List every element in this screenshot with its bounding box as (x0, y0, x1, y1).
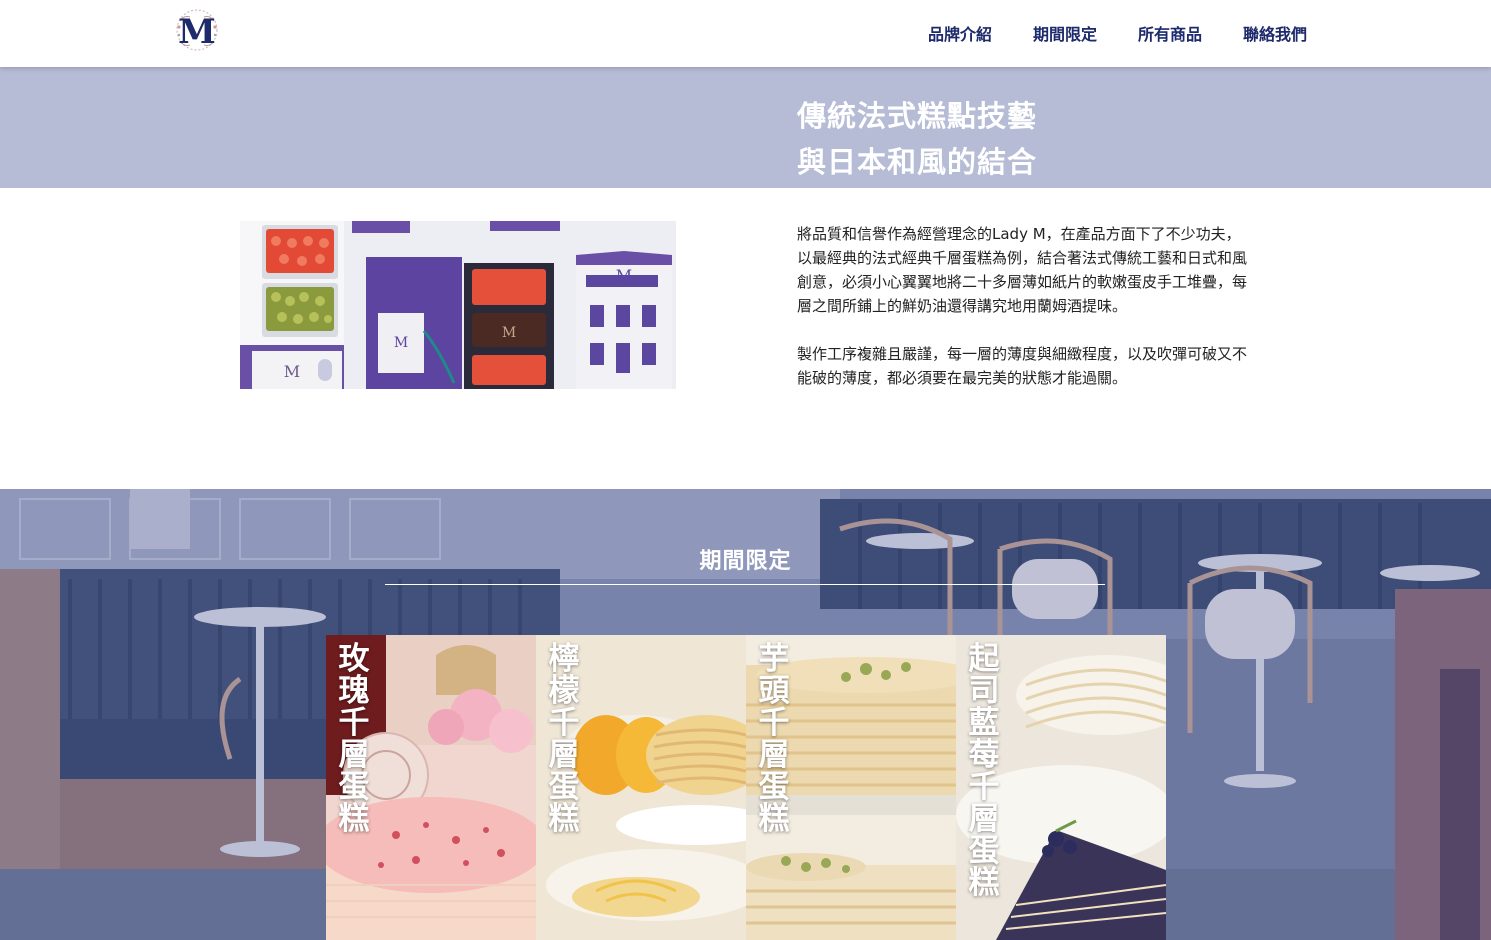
gift-box-photo: M M M M (240, 221, 676, 389)
product-card-taro[interactable]: 芋頭千層蛋糕 (746, 635, 956, 940)
product-card-rose[interactable]: 玫瑰千層蛋糕 (326, 635, 536, 940)
svg-text:M: M (284, 362, 300, 381)
hero-headline-line2: 與日本和風的結合 (797, 145, 1038, 179)
product-card-lemon[interactable]: 檸檬千層蛋糕 (536, 635, 746, 940)
brand-intro-text: 將品質和信譽作為經營理念的Lady M，在產品方面下了不少功夫，以最經典的法式經… (797, 222, 1247, 390)
nav-limited-time[interactable]: 期間限定 (1033, 21, 1097, 45)
nav-brand-intro[interactable]: 品牌介紹 (928, 21, 992, 45)
brand-logo[interactable]: M (166, 7, 228, 53)
title-divider (385, 584, 1105, 585)
site-header: M 品牌介紹 期間限定 所有商品 聯絡我們 (0, 0, 1491, 67)
product-card-row: 玫瑰千層蛋糕 檸檬千層蛋糕 芋頭千層蛋糕 起司藍莓千層蛋糕 (326, 635, 1166, 940)
product-name-cheese-blueberry: 起司藍莓千層蛋糕 (968, 641, 1000, 901)
hero-banner: 傳統法式糕點技藝 與日本和風的結合 (0, 67, 1491, 188)
nav-contact-us[interactable]: 聯絡我們 (1243, 21, 1307, 45)
limited-time-title: 期間限定 (699, 548, 792, 574)
intro-paragraph-2: 製作工序複雜且嚴謹，每一層的薄度與細緻程度，以及吹彈可破又不能破的薄度，都必須要… (797, 345, 1248, 387)
product-card-cheese-blueberry[interactable]: 起司藍莓千層蛋糕 (956, 635, 1166, 940)
intro-paragraph-1: 將品質和信譽作為經營理念的Lady M，在產品方面下了不少功夫，以最經典的法式經… (797, 225, 1248, 315)
product-name-lemon: 檸檬千層蛋糕 (548, 641, 580, 837)
logo-letter: M (178, 12, 216, 52)
lady-m-monogram-icon: M (176, 9, 218, 52)
svg-text:M: M (394, 335, 408, 351)
nav-all-products[interactable]: 所有商品 (1138, 21, 1202, 45)
limited-time-section: 期間限定 玫瑰千層蛋糕 檸檬千層蛋糕 芋頭千層蛋糕 起司藍莓千層蛋糕 (0, 489, 1491, 940)
product-name-taro: 芋頭千層蛋糕 (758, 641, 790, 837)
svg-text:M: M (616, 266, 632, 285)
product-name-rose: 玫瑰千層蛋糕 (338, 641, 370, 837)
hero-headline-line1: 傳統法式糕點技藝 (797, 99, 1038, 133)
svg-text:M: M (502, 325, 516, 341)
